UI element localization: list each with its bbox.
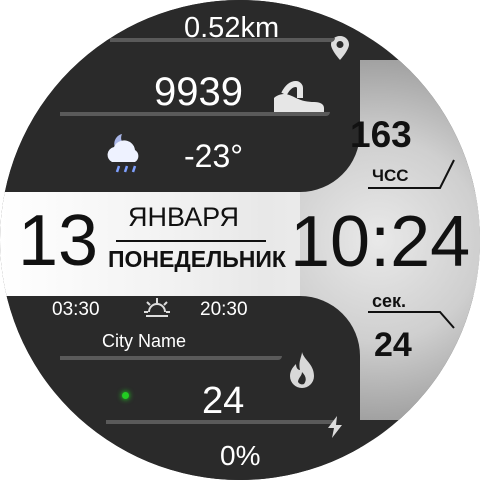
- distance-divider: [110, 38, 335, 42]
- temperature-value: -23°: [184, 138, 244, 174]
- city-name: City Name: [102, 331, 187, 351]
- date-weekday: ПОНЕДЕЛЬНИК: [108, 246, 286, 272]
- calories-value: 24: [202, 380, 245, 422]
- seconds-label: сек.: [372, 291, 407, 311]
- heart-rate-underline: [368, 159, 455, 189]
- flame-icon: [284, 350, 320, 390]
- battery-value: 0%: [220, 440, 261, 471]
- sunrise-icon: [142, 296, 172, 320]
- weather-moon-cloud-icon: [102, 132, 150, 176]
- date-day: 13: [18, 201, 99, 281]
- date-month: ЯНВАРЯ: [128, 202, 240, 232]
- date-divider: [116, 240, 266, 242]
- sunset-time: 20:30: [200, 299, 248, 320]
- status-dot: [122, 392, 129, 399]
- sunrise-time: 03:30: [52, 299, 100, 320]
- lightning-icon: [326, 416, 344, 438]
- time-display: 10:24: [290, 202, 471, 282]
- city-divider: [60, 356, 282, 360]
- calories-divider: [106, 420, 336, 424]
- steps-value: 9939: [154, 70, 243, 114]
- seconds-value: 24: [374, 326, 412, 364]
- steps-divider: [60, 112, 330, 116]
- watch-face: 0.52km 9939 -23° 13 ЯНВАРЯ ПОНЕДЕЛЬНИК 1…: [0, 0, 480, 480]
- shoe-icon: [270, 80, 326, 114]
- heart-rate-value: 163: [350, 114, 412, 155]
